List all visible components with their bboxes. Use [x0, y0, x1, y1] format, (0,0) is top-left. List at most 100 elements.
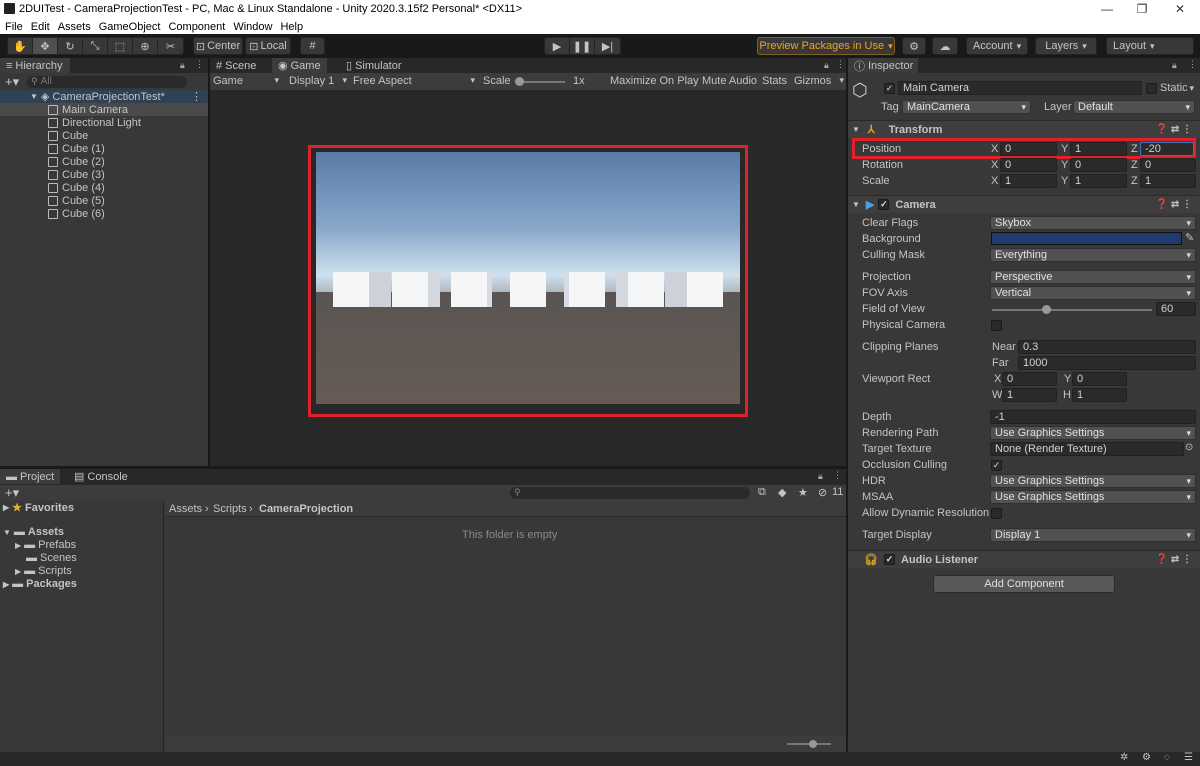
- expand-arrow-icon[interactable]: ▼: [3, 528, 11, 537]
- scene-row[interactable]: ▼ ◈ CameraProjectionTest* ⋮: [0, 90, 208, 103]
- breadcrumb-assets[interactable]: Assets: [169, 503, 202, 515]
- scale-slider-handle[interactable]: [515, 77, 524, 86]
- aspect-dropdown[interactable]: Free Aspect ▾: [353, 75, 475, 87]
- cloud-icon[interactable]: ☁: [932, 37, 958, 55]
- menu-help[interactable]: Help: [280, 21, 303, 33]
- star-icon[interactable]: ★: [798, 486, 808, 499]
- icon-size-slider-handle[interactable]: [809, 740, 817, 748]
- fov-axis-dropdown[interactable]: Vertical: [990, 286, 1196, 300]
- expand-arrow-icon[interactable]: ▼: [852, 200, 860, 209]
- list-item[interactable]: Cube: [0, 129, 208, 142]
- viewport-y-field[interactable]: 0: [1072, 372, 1127, 386]
- static-checkbox[interactable]: [1146, 83, 1157, 94]
- preview-packages-button[interactable]: Preview Packages in Use: [757, 37, 895, 55]
- kebab-menu-icon[interactable]: ⋮: [195, 59, 204, 70]
- bug-icon[interactable]: ✲: [1120, 752, 1128, 763]
- menu-file[interactable]: File: [5, 21, 23, 33]
- layer-dropdown[interactable]: Default: [1073, 100, 1195, 114]
- culling-mask-dropdown[interactable]: Everything: [990, 248, 1196, 262]
- cache-icon[interactable]: ⚙: [1142, 752, 1151, 763]
- assets-row[interactable]: ▼ ▬ Assets: [3, 526, 64, 538]
- hand-tool-icon[interactable]: ✋: [8, 38, 33, 54]
- rotation-x-field[interactable]: 0: [1000, 158, 1057, 172]
- object-name-field[interactable]: Main Camera: [898, 81, 1142, 95]
- scale-z-field[interactable]: 1: [1140, 174, 1196, 188]
- stats-button[interactable]: Stats: [762, 75, 787, 87]
- kebab-menu-icon[interactable]: ⋮: [1188, 59, 1197, 70]
- menu-gameobject[interactable]: GameObject: [99, 21, 161, 33]
- menu-window[interactable]: Window: [233, 21, 272, 33]
- gear-icon[interactable]: ⚙: [902, 37, 926, 55]
- custom-tool-icon[interactable]: ✂: [158, 38, 183, 54]
- menu-component[interactable]: Component: [168, 21, 225, 33]
- rendering-path-dropdown[interactable]: Use Graphics Settings: [990, 426, 1196, 440]
- audio-listener-header[interactable]: 🎧︎ ✓ Audio Listener ❓ ⇄ ⋮: [848, 550, 1200, 568]
- tab-scene[interactable]: # Scene: [210, 58, 262, 73]
- lock-icon[interactable]: 🔒︎: [1172, 60, 1177, 71]
- hierarchy-search-input[interactable]: ⚲ All: [27, 75, 188, 88]
- expand-arrow-icon[interactable]: ▶: [3, 580, 9, 589]
- hidden-eye-icon[interactable]: ⊘: [818, 486, 827, 499]
- component-header-icons[interactable]: ❓ ⇄ ⋮: [1156, 554, 1192, 565]
- tab-project[interactable]: ▬ Project: [0, 469, 61, 484]
- maximize-icon[interactable]: ❐: [1132, 2, 1152, 16]
- expand-arrow-icon[interactable]: ▶: [15, 567, 21, 576]
- target-texture-field[interactable]: None (Render Texture): [990, 442, 1184, 456]
- projection-dropdown[interactable]: Perspective: [990, 270, 1196, 284]
- target-display-dropdown[interactable]: Display 1: [990, 528, 1196, 542]
- kebab-menu-icon[interactable]: ⋮: [833, 470, 842, 481]
- tag-dropdown[interactable]: MainCamera: [902, 100, 1031, 114]
- mute-audio-button[interactable]: Mute Audio: [702, 75, 757, 87]
- camera-enabled-checkbox[interactable]: ✓: [878, 199, 890, 210]
- progress-icon[interactable]: ◌: [1164, 752, 1170, 763]
- rotation-z-field[interactable]: 0: [1140, 158, 1196, 172]
- breadcrumb-current[interactable]: CameraProjection: [259, 503, 353, 515]
- add-component-button[interactable]: Add Component: [933, 575, 1115, 593]
- lock-icon[interactable]: 🔒︎: [818, 471, 823, 482]
- camera-header[interactable]: ▼ ▶ ✓ Camera ❓ ⇄ ⋮: [848, 195, 1200, 213]
- physical-camera-checkbox[interactable]: [991, 320, 1002, 331]
- close-icon[interactable]: ✕: [1170, 2, 1190, 16]
- position-x-field[interactable]: 0: [1000, 142, 1057, 156]
- fov-slider[interactable]: [992, 305, 1152, 314]
- minimize-icon[interactable]: —: [1097, 2, 1117, 16]
- eyedropper-icon[interactable]: ✎: [1185, 231, 1194, 244]
- menu-assets[interactable]: Assets: [58, 21, 91, 33]
- add-icon[interactable]: +▾: [5, 74, 19, 90]
- static-dropdown[interactable]: Static ▾: [1160, 82, 1200, 94]
- expand-arrow-icon[interactable]: ▼: [30, 92, 38, 101]
- list-item[interactable]: Directional Light: [0, 116, 208, 129]
- list-item[interactable]: Cube (4): [0, 181, 208, 194]
- expand-arrow-icon[interactable]: ▶: [15, 541, 21, 550]
- object-picker-icon[interactable]: ⊙: [1185, 442, 1193, 453]
- folder-row[interactable]: ▶ ▬ Scripts: [15, 565, 72, 577]
- transform-header[interactable]: ▼ ⅄ Transform ❓ ⇄ ⋮: [848, 120, 1200, 138]
- step-icon[interactable]: ▶|: [595, 38, 620, 54]
- layers-dropdown[interactable]: Layers: [1035, 37, 1097, 55]
- dynamic-resolution-checkbox[interactable]: [991, 508, 1002, 519]
- background-color-swatch[interactable]: [991, 232, 1182, 245]
- display-dropdown[interactable]: Display 1 ▾: [289, 75, 347, 87]
- breadcrumb-scripts[interactable]: Scripts: [213, 503, 247, 515]
- icon-size-slider[interactable]: [787, 740, 831, 748]
- lock-icon[interactable]: 🔒︎: [180, 60, 185, 71]
- list-item[interactable]: Cube (2): [0, 155, 208, 168]
- list-item[interactable]: Cube (6): [0, 207, 208, 220]
- component-header-icons[interactable]: ❓ ⇄ ⋮: [1156, 124, 1192, 135]
- packages-row[interactable]: ▶ ▬ Packages: [3, 578, 77, 590]
- favorites-row[interactable]: ▶ ★ Favorites: [3, 501, 74, 515]
- scale-slider[interactable]: [515, 77, 565, 86]
- fov-field[interactable]: 60: [1156, 302, 1196, 316]
- list-item[interactable]: Cube (5): [0, 194, 208, 207]
- grid-snap-icon[interactable]: #: [300, 37, 325, 55]
- tag-icon[interactable]: ◆: [778, 486, 786, 499]
- scale-tool-icon[interactable]: ⤡: [83, 38, 108, 54]
- kebab-menu-icon[interactable]: ⋮: [836, 59, 845, 70]
- list-item[interactable]: Main Camera: [0, 103, 208, 116]
- viewport-h-field[interactable]: 1: [1072, 388, 1127, 402]
- occlusion-culling-checkbox[interactable]: ✓: [991, 460, 1002, 471]
- tab-simulator[interactable]: ▯ Simulator: [340, 58, 408, 73]
- msaa-dropdown[interactable]: Use Graphics Settings: [990, 490, 1196, 504]
- active-checkbox[interactable]: ✓: [884, 83, 895, 94]
- layout-dropdown[interactable]: Layout: [1106, 37, 1194, 55]
